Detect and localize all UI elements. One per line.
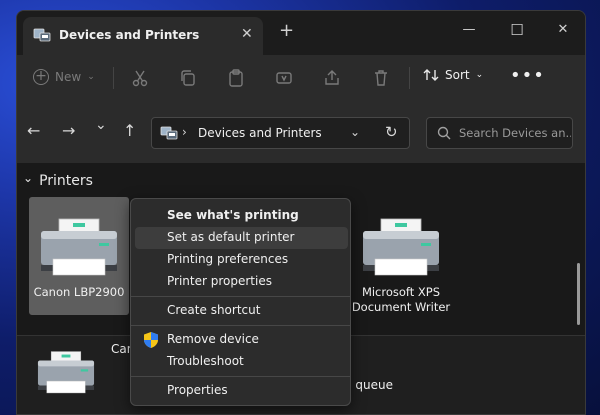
sort-icon — [423, 69, 439, 81]
menu-item-label: See what's printing — [167, 208, 299, 222]
toolbar-divider — [113, 67, 114, 89]
sort-button[interactable]: Sort ⌄ — [423, 68, 483, 82]
menu-item-label: Printing preferences — [167, 252, 289, 266]
menu-item-label: Set as default printer — [167, 230, 295, 244]
devices-and-printers-icon — [33, 28, 51, 42]
menu-item-label: Remove device — [167, 332, 259, 346]
device-microsoft-xps-document-writer[interactable]: Microsoft XPS Document Writer — [351, 197, 451, 315]
minimize-button[interactable]: — — [449, 17, 489, 43]
search-input[interactable] — [459, 124, 571, 142]
shield-icon — [144, 332, 158, 348]
breadcrumb-devices-and-printers[interactable]: Devices and Printers — [198, 126, 322, 140]
tab-devices-and-printers[interactable]: Devices and Printers ✕ — [23, 17, 263, 55]
details-queue-status: n queue — [344, 378, 394, 392]
device-label: Canon LBP2900 — [33, 285, 125, 299]
printer-icon — [37, 351, 95, 394]
menu-separator — [131, 376, 350, 377]
chevron-down-icon: ⌄ — [23, 171, 34, 185]
search-icon — [437, 126, 451, 140]
chevron-down-icon: ⌄ — [87, 72, 95, 82]
new-label: New — [55, 70, 82, 84]
menu-separator — [131, 296, 350, 297]
vertical-scrollbar[interactable] — [577, 263, 580, 325]
menu-item-label: Printer properties — [167, 274, 272, 288]
address-bar[interactable]: › Devices and Printers ⌄ ↻ — [151, 117, 410, 149]
close-window-button[interactable]: ✕ — [543, 17, 583, 43]
menu-separator — [131, 325, 350, 326]
up-button[interactable]: ↑ — [123, 123, 136, 139]
sort-label: Sort — [445, 68, 470, 82]
plus-icon: + — [33, 69, 49, 85]
menu-item-label: Create shortcut — [167, 303, 261, 317]
tab-title: Devices and Printers — [59, 28, 200, 42]
printer-icon — [363, 218, 439, 276]
breadcrumb-separator: › — [182, 125, 187, 139]
group-header-label: Printers — [39, 173, 93, 189]
new-tab-button[interactable]: + — [279, 22, 294, 40]
menu-item-printing-preferences[interactable]: Printing preferences — [135, 249, 348, 271]
title-bar: Devices and Printers ✕ + — ☐ ✕ — [17, 11, 585, 55]
paste-icon[interactable] — [226, 68, 246, 88]
maximize-button[interactable]: ☐ — [497, 17, 537, 43]
delete-icon[interactable] — [371, 68, 391, 88]
device-label: Microsoft XPS Document Writer — [351, 285, 451, 314]
copy-icon[interactable] — [178, 68, 198, 88]
search-box[interactable] — [426, 117, 573, 149]
menu-item-printer-properties[interactable]: Printer properties — [135, 271, 348, 293]
menu-item-create-shortcut[interactable]: Create shortcut — [135, 300, 348, 322]
recent-locations-button[interactable]: ⌄ — [95, 117, 107, 133]
rename-icon[interactable] — [274, 68, 294, 88]
menu-item-label: Properties — [167, 383, 228, 397]
group-header-printers[interactable]: ⌄ Printers — [23, 171, 93, 189]
menu-item-see-whats-printing[interactable]: See what's printing — [135, 205, 348, 227]
share-icon[interactable] — [322, 68, 342, 88]
chevron-down-icon: ⌄ — [475, 70, 484, 80]
toolbar-divider — [409, 67, 410, 89]
new-button[interactable]: + New ⌄ — [33, 69, 95, 85]
menu-item-troubleshoot[interactable]: Troubleshoot — [135, 351, 348, 373]
address-dropdown-button[interactable]: ⌄ — [350, 125, 360, 139]
menu-item-set-as-default-printer[interactable]: Set as default printer — [135, 227, 348, 249]
menu-item-label: Troubleshoot — [167, 354, 244, 368]
devices-and-printers-icon — [160, 126, 178, 140]
back-button[interactable]: ← — [27, 123, 40, 139]
more-options-button[interactable]: ••• — [510, 65, 545, 86]
tab-close-icon[interactable]: ✕ — [241, 26, 253, 42]
menu-item-remove-device[interactable]: Remove device — [135, 329, 348, 351]
printer-icon — [41, 218, 117, 276]
menu-item-properties[interactable]: Properties — [135, 380, 348, 402]
cut-icon[interactable] — [130, 68, 150, 88]
refresh-button[interactable]: ↻ — [385, 123, 398, 141]
context-menu: See what's printing Set as default print… — [130, 198, 351, 406]
command-bar: + New ⌄ Sort ⌄ ••• — [17, 55, 585, 101]
device-canon-lbp2900[interactable]: Canon LBP2900 — [29, 197, 129, 315]
navigation-bar: ← → ⌄ ↑ › Devices and Printers ⌄ ↻ — [17, 101, 585, 163]
forward-button[interactable]: → — [62, 123, 75, 139]
